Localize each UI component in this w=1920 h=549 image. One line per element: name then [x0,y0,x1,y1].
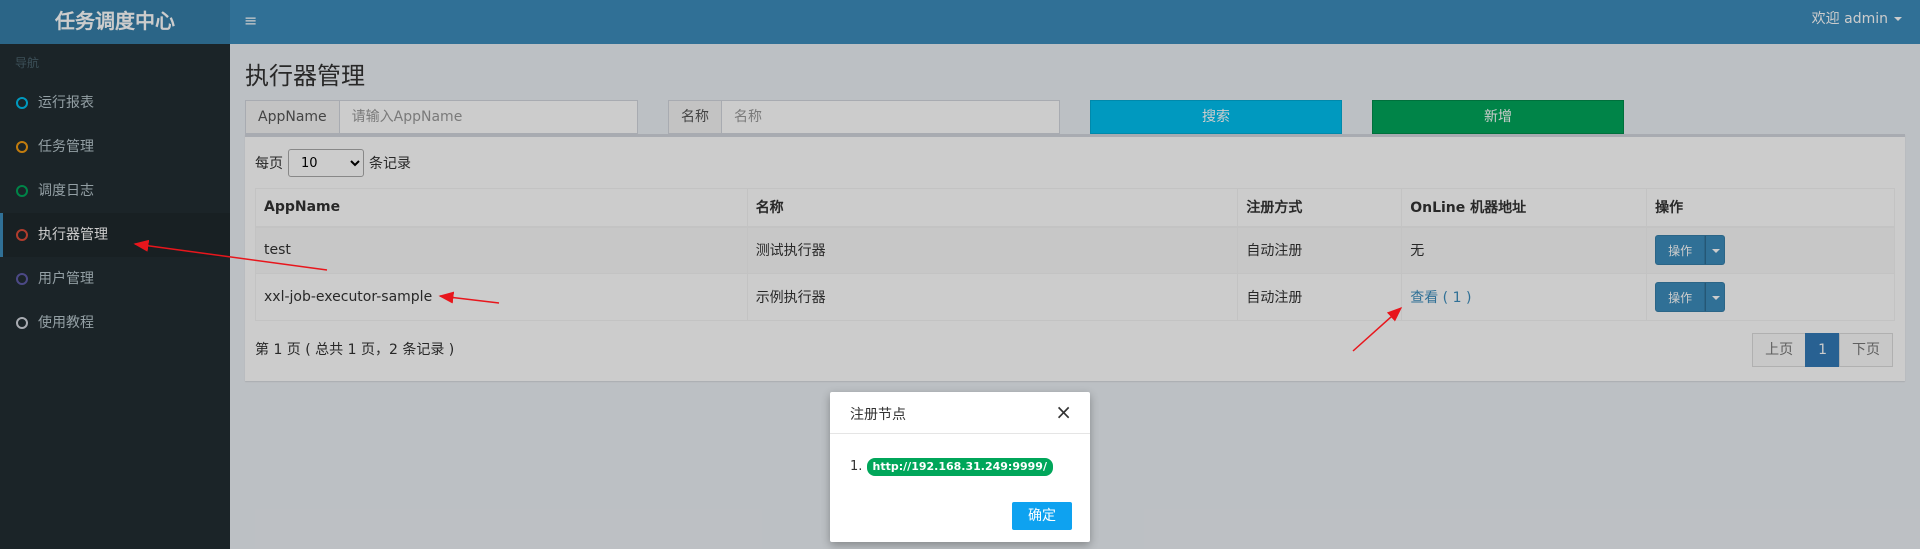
close-icon[interactable]: × [1055,401,1072,423]
confirm-button[interactable]: 确定 [1012,502,1072,530]
registered-nodes-dialog: 注册节点 × 1. http://192.168.31.249:9999/ 确定 [830,392,1090,542]
dialog-title: 注册节点 [850,407,906,423]
dialog-header: 注册节点 × [830,392,1090,434]
dialog-body: 1. http://192.168.31.249:9999/ [850,458,1053,476]
list-number: 1. [850,459,863,474]
node-address-badge: http://192.168.31.249:9999/ [866,458,1053,476]
